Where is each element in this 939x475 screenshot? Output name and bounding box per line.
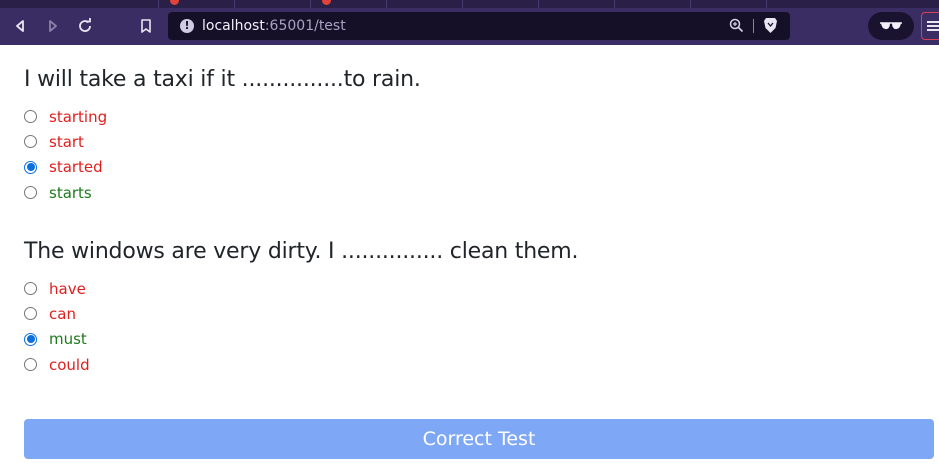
options-list: starting start started starts	[24, 104, 421, 205]
brave-shield-icon[interactable]	[763, 17, 778, 39]
browser-tab[interactable]	[158, 0, 235, 8]
tab-favicon-icon	[322, 0, 331, 5]
option-label: have	[49, 279, 86, 298]
question-1: I will take a taxi if it ...............…	[24, 67, 421, 205]
question-text: The windows are very dirty. I ..........…	[24, 239, 579, 264]
browser-tab-strip	[0, 0, 939, 8]
radio-button[interactable]	[24, 358, 37, 372]
question-2: The windows are very dirty. I ..........…	[24, 239, 578, 377]
browser-tab[interactable]	[538, 0, 615, 8]
bookmark-icon	[141, 19, 151, 33]
url-path: :65001/test	[264, 18, 346, 34]
browser-tab[interactable]	[234, 0, 311, 8]
browser-toolbar: ! localhost:65001/test	[0, 8, 939, 45]
radio-button[interactable]	[24, 307, 37, 321]
radio-button[interactable]	[24, 110, 37, 124]
correct-test-button[interactable]: Correct Test	[24, 419, 934, 459]
menu-icon-bar	[927, 29, 939, 31]
option-starts[interactable]: starts	[24, 180, 421, 205]
option-start[interactable]: start	[24, 129, 421, 154]
forward-button[interactable]	[41, 14, 65, 38]
radio-button-selected[interactable]	[24, 332, 37, 346]
private-window-icon[interactable]	[868, 12, 914, 40]
menu-icon-bar	[927, 25, 939, 27]
reload-button[interactable]	[73, 14, 97, 38]
option-label: could	[49, 355, 90, 374]
bookmark-button[interactable]	[134, 14, 158, 38]
address-bar[interactable]: ! localhost:65001/test	[168, 12, 790, 40]
tab-favicon-icon	[170, 0, 179, 5]
radio-button[interactable]	[24, 186, 37, 200]
option-could[interactable]: could	[24, 352, 578, 377]
option-label: starts	[49, 183, 92, 202]
browser-tab[interactable]	[386, 0, 463, 8]
site-info-icon[interactable]: !	[180, 19, 194, 33]
option-can[interactable]: can	[24, 301, 578, 326]
browser-tab[interactable]	[82, 0, 159, 8]
url-host: localhost	[202, 18, 265, 34]
radio-button[interactable]	[24, 135, 37, 149]
menu-button[interactable]	[921, 12, 939, 40]
option-have[interactable]: have	[24, 276, 578, 301]
option-label: starting	[49, 107, 108, 126]
option-label: must	[49, 330, 87, 349]
option-label: started	[49, 158, 103, 177]
browser-tab[interactable]	[690, 0, 767, 8]
url-text[interactable]: localhost:65001/test	[202, 18, 346, 34]
forward-icon	[49, 20, 57, 32]
radio-button[interactable]	[24, 282, 37, 296]
back-button[interactable]	[8, 14, 32, 38]
radio-button-selected[interactable]	[24, 160, 37, 174]
option-label: can	[49, 304, 76, 323]
option-started[interactable]: started	[24, 155, 421, 180]
menu-icon-bar	[927, 21, 939, 23]
question-text: I will take a taxi if it ...............…	[24, 67, 421, 92]
address-divider	[753, 19, 754, 33]
zoom-icon[interactable]	[729, 18, 744, 38]
reload-icon	[79, 18, 91, 32]
back-icon	[16, 20, 24, 32]
option-label: start	[49, 132, 84, 151]
option-must[interactable]: must	[24, 327, 578, 352]
browser-tab[interactable]	[310, 0, 387, 8]
browser-tab[interactable]	[614, 0, 691, 8]
option-starting[interactable]: starting	[24, 104, 421, 129]
options-list: have can must could	[24, 276, 578, 377]
browser-tab[interactable]	[462, 0, 539, 8]
